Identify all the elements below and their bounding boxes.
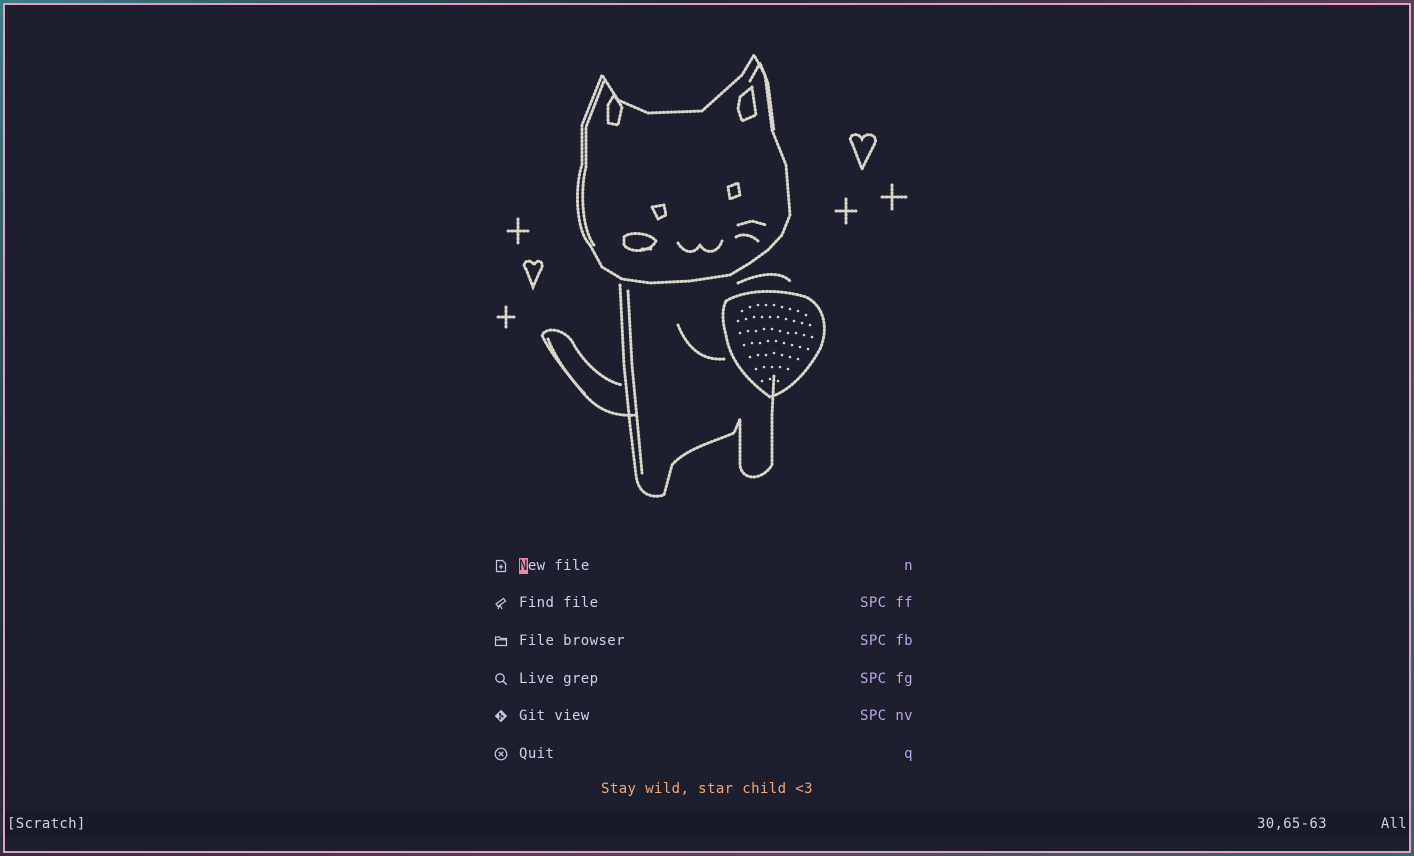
menu-label-git-view: Git view	[519, 708, 590, 725]
cat-left-arm	[676, 323, 726, 361]
cat-right-inner-ear	[736, 85, 758, 123]
menu-key-git-view: SPC nv	[860, 708, 913, 725]
cat-illustration	[496, 53, 908, 498]
menu-key-file-browser: SPC fb	[860, 632, 913, 649]
menu-key-live-grep: SPC fg	[860, 670, 913, 687]
menu-label-new-file: New file	[519, 557, 590, 574]
quit-icon	[493, 746, 509, 762]
sparkle-left-small	[496, 305, 516, 329]
menu-item-file-browser[interactable]: File browser SPC fb	[493, 622, 913, 660]
status-buffer-name: [Scratch]	[7, 816, 86, 832]
text-cursor: N	[519, 557, 528, 574]
status-scroll-indicator: All	[1380, 816, 1407, 832]
ascii-art-cat	[490, 35, 930, 515]
heart-stipple	[736, 303, 814, 383]
git-icon	[493, 708, 509, 724]
status-cursor-position: 30,65-63	[1257, 816, 1327, 832]
sparkle-far-right	[880, 183, 908, 213]
menu-label-file-browser: File browser	[519, 632, 625, 649]
menu-item-new-file[interactable]: New file n	[493, 547, 913, 585]
cat-right-eye	[726, 181, 742, 201]
dashboard-menu: New file n Find file SPC ff File browser…	[493, 547, 913, 773]
menu-label-quit: Quit	[519, 745, 555, 762]
telescope-icon	[493, 595, 509, 611]
dashboard-footer-quote: Stay wild, star child <3	[601, 781, 813, 797]
menu-label-live-grep: Live grep	[519, 670, 599, 687]
menu-label-find-file: Find file	[519, 595, 599, 612]
menu-key-quit: q	[904, 745, 913, 762]
search-icon	[493, 671, 509, 687]
cat-left-eye	[650, 203, 668, 221]
cat-mouth	[676, 239, 724, 253]
terminal-window: New file n Find file SPC ff File browser…	[3, 3, 1411, 853]
menu-key-new-file: n	[904, 557, 913, 574]
sparkle-right	[834, 197, 858, 225]
menu-label-new-file-rest: ew file	[527, 557, 590, 574]
status-line: [Scratch] 30,65-63 All	[5, 813, 1409, 835]
small-heart-left	[522, 259, 544, 291]
small-heart-right	[848, 133, 877, 173]
new-file-icon	[493, 558, 509, 574]
sparkle-left	[506, 217, 530, 245]
menu-item-git-view[interactable]: Git view SPC nv	[493, 697, 913, 735]
cat-body-outline	[618, 283, 776, 498]
menu-item-live-grep[interactable]: Live grep SPC fg	[493, 660, 913, 698]
menu-item-quit[interactable]: Quit q	[493, 735, 913, 773]
menu-item-find-file[interactable]: Find file SPC ff	[493, 585, 913, 623]
folder-icon	[493, 633, 509, 649]
menu-key-find-file: SPC ff	[860, 595, 913, 612]
